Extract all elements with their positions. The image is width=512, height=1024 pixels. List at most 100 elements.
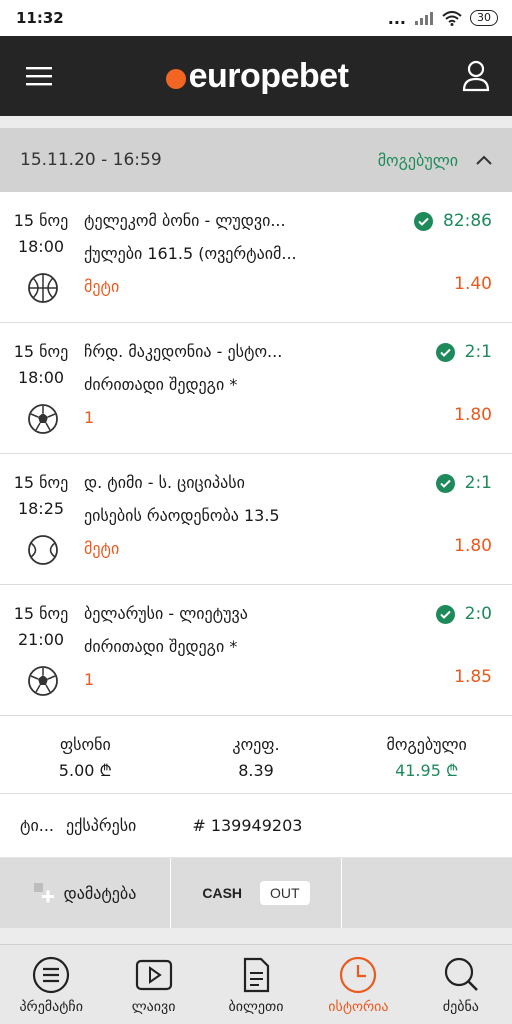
football-icon xyxy=(28,404,58,434)
bet-time: 21:00 xyxy=(17,630,65,649)
bet-market: ძირითადი შედეგი * xyxy=(84,375,238,394)
bet-time: 18:00 xyxy=(17,368,65,387)
menu-icon[interactable] xyxy=(26,66,52,86)
bet-pick: მეტი xyxy=(84,277,120,296)
odds-value: 8.39 xyxy=(238,761,274,780)
play-icon xyxy=(135,959,172,990)
nav-live[interactable]: ლაივი xyxy=(102,945,204,1024)
empty-action-slot xyxy=(342,858,512,928)
user-icon[interactable] xyxy=(462,60,490,92)
check-icon xyxy=(435,342,455,362)
bet-date: 15 ნოე xyxy=(13,473,69,492)
search-icon xyxy=(444,957,478,991)
ticket-card: 15.11.20 - 16:59 მოგებული 15 ნოე 18:00 ტ… xyxy=(0,128,512,858)
bet-pick: 1 xyxy=(84,408,95,427)
app-header: europebet xyxy=(0,36,512,116)
nav-label: ბილეთი xyxy=(228,998,284,1015)
bet-details: ტელეკომ ბონი - ლუდვი... ქულები 161.5 (ოვ… xyxy=(84,208,422,300)
bet-details: დ. ტიმი - ს. ციციპასი ეისების რაოდენობა … xyxy=(84,470,422,562)
bet-result: 82:86 xyxy=(414,208,492,234)
list-icon xyxy=(33,956,70,993)
bet-row: 15 ნოე 18:25 დ. ტიმი - ს. ციციპასი ეისებ… xyxy=(0,454,512,585)
clock-icon xyxy=(340,956,377,993)
logo-dot xyxy=(165,69,186,89)
bet-result: 2:1 xyxy=(435,339,492,365)
bet-market: ძირითადი შედეგი * xyxy=(84,637,238,656)
brand-logo[interactable]: europebet xyxy=(165,57,349,96)
nav-label: ძებნა xyxy=(442,998,479,1015)
nav-search[interactable]: ძებნა xyxy=(410,945,512,1024)
cash-label: CASH xyxy=(202,885,243,901)
bet-details: ბელარუსი - ლიეტუვა ძირითადი შედეგი * 1 xyxy=(84,601,422,693)
bet-row: 15 ნოე 18:00 ჩრდ. მაკედონია - ესტო... ძი… xyxy=(0,323,512,454)
out-label: OUT xyxy=(260,881,310,905)
bet-market: ქულები 161.5 (ოვერტაიმ... xyxy=(84,244,297,263)
cash-out-button[interactable]: CASH OUT xyxy=(171,858,342,928)
win-value: 41.95 ₾ xyxy=(395,761,459,780)
add-icon xyxy=(33,883,54,903)
bet-odd: 1.85 xyxy=(454,667,492,687)
bet-event: ჩრდ. მაკედონია - ესტო... xyxy=(84,342,283,361)
bet-result: 2:0 xyxy=(435,601,492,627)
ticket-status-label: მოგებული xyxy=(377,150,458,170)
bet-time: 18:25 xyxy=(17,499,65,518)
bet-datetime: 15 ნოე 21:00 xyxy=(6,601,76,653)
bet-event: ბელარუსი - ლიეტუვა xyxy=(84,604,248,623)
check-icon xyxy=(435,604,455,624)
ticket-icon xyxy=(243,957,270,992)
odds-label: კოეფ. xyxy=(232,735,280,754)
stake-summary: ფსონი 5.00 ₾ xyxy=(0,716,171,793)
bet-market: ეისების რაოდენობა 13.5 xyxy=(84,506,280,525)
ticket-type-value: ექსპრესი xyxy=(66,816,137,835)
stake-label: ფსონი xyxy=(59,735,111,754)
bet-pick: მეტი xyxy=(84,539,120,558)
ticket-status: მოგებული xyxy=(378,151,492,170)
ticket-number: # 139949203 xyxy=(192,816,303,835)
bet-odd: 1.80 xyxy=(454,405,492,425)
ticket-type-row: ტი... ექსპრესი # 139949203 xyxy=(0,794,512,858)
basketball-icon xyxy=(28,273,58,303)
bet-row: 15 ნოე 21:00 ბელარუსი - ლიეტუვა ძირითადი… xyxy=(0,585,512,716)
bet-datetime: 15 ნოე 18:00 xyxy=(6,208,76,260)
bottom-navigation: პრემატჩი ლაივი ბილეთი ისტორია ძებნა xyxy=(0,944,512,1024)
win-label: მოგებული xyxy=(386,735,467,754)
nav-history[interactable]: ისტორია xyxy=(307,945,409,1024)
bet-date: 15 ნოე xyxy=(13,211,69,230)
add-button[interactable]: დამატება xyxy=(0,858,171,928)
nav-prematch[interactable]: პრემატჩი xyxy=(0,945,102,1024)
tennis-ball-icon xyxy=(28,535,58,565)
nav-label: ისტორია xyxy=(328,998,389,1015)
clock-time: 11:32 xyxy=(16,9,64,27)
nav-label: პრემატჩი xyxy=(19,998,83,1015)
wifi-icon xyxy=(442,10,462,26)
signal-icon xyxy=(415,12,433,25)
bet-odd: 1.40 xyxy=(454,274,492,294)
bet-score: 2:1 xyxy=(464,473,492,493)
nav-ticket[interactable]: ბილეთი xyxy=(205,945,307,1024)
ticket-type-label: ტი... xyxy=(20,816,55,835)
bet-details: ჩრდ. მაკედონია - ესტო... ძირითადი შედეგი… xyxy=(84,339,422,431)
ticket-header[interactable]: 15.11.20 - 16:59 მოგებული xyxy=(0,128,512,192)
bet-result: 2:1 xyxy=(435,470,492,496)
bet-event: ტელეკომ ბონი - ლუდვი... xyxy=(84,211,286,230)
bet-odd: 1.80 xyxy=(454,536,492,556)
ticket-content: 15.11.20 - 16:59 მოგებული 15 ნოე 18:00 ტ… xyxy=(0,116,512,928)
chevron-up-icon[interactable] xyxy=(476,155,492,165)
nav-label: ლაივი xyxy=(131,998,176,1015)
status-icons: ... 30 xyxy=(388,9,498,28)
battery-indicator: 30 xyxy=(470,10,498,26)
bet-datetime: 15 ნოე 18:00 xyxy=(6,339,76,391)
ticket-actions: დამატება CASH OUT xyxy=(0,858,512,928)
odds-summary: კოეფ. 8.39 xyxy=(171,716,342,793)
ticket-date: 15.11.20 - 16:59 xyxy=(20,150,162,170)
bet-score: 82:86 xyxy=(443,211,492,231)
add-label: დამატება xyxy=(63,883,137,903)
ticket-summary: ფსონი 5.00 ₾ კოეფ. 8.39 მოგებული 41.95 ₾ xyxy=(0,716,512,794)
bet-event: დ. ტიმი - ს. ციციპასი xyxy=(84,473,245,492)
bet-row: 15 ნოე 18:00 ტელეკომ ბონი - ლუდვი... ქულ… xyxy=(0,192,512,323)
bet-score: 2:1 xyxy=(464,342,492,362)
win-summary: მოგებული 41.95 ₾ xyxy=(341,716,512,793)
football-icon xyxy=(28,666,58,696)
bet-score: 2:0 xyxy=(464,604,492,624)
bet-time: 18:00 xyxy=(17,237,65,256)
